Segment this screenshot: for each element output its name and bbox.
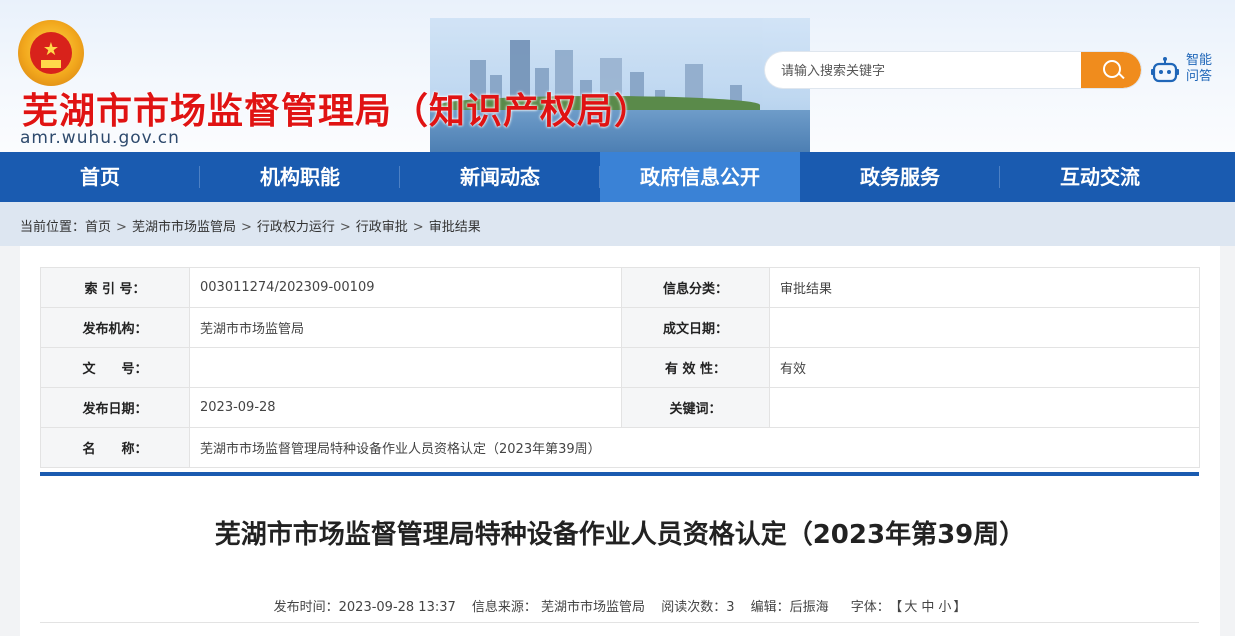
meta-value xyxy=(769,307,1200,348)
nav-organization[interactable]: 机构职能 xyxy=(200,152,400,202)
font-large-button[interactable]: 大 xyxy=(904,600,917,615)
robot-icon[interactable] xyxy=(1150,56,1180,86)
meta-label: 成文日期： xyxy=(621,307,770,348)
meta-value xyxy=(189,347,622,388)
editor: 编辑：后振海 xyxy=(750,600,829,615)
content-panel: 索 引 号： 003011274/202309-00109 信息分类： 审批结果… xyxy=(20,246,1220,636)
nav-home[interactable]: 首页 xyxy=(0,152,200,202)
article-meta: 发布时间：2023-09-28 13:37 信息来源： 芜湖市市场监管局 阅读次… xyxy=(20,596,1220,615)
breadcrumb-item[interactable]: 行政权力运行 xyxy=(257,220,335,235)
font-medium-button[interactable]: 中 xyxy=(921,600,934,615)
meta-label: 关键词： xyxy=(621,387,770,428)
table-divider-bar xyxy=(40,472,1199,476)
divider xyxy=(40,622,1199,623)
breadcrumb-item[interactable]: 芜湖市市场监管局 xyxy=(132,220,236,235)
nav-news[interactable]: 新闻动态 xyxy=(400,152,600,202)
meta-value: 芜湖市市场监督管理局特种设备作业人员资格认定（2023年第39周） xyxy=(189,427,1200,468)
breadcrumb: 当前位置：首页 > 芜湖市市场监管局 > 行政权力运行 > 行政审批 > 审批结果 xyxy=(20,220,481,235)
info-meta-table: 索 引 号： 003011274/202309-00109 信息分类： 审批结果… xyxy=(40,267,1200,468)
meta-value: 003011274/202309-00109 xyxy=(189,267,622,308)
search-button[interactable] xyxy=(1081,52,1141,88)
meta-value: 芜湖市市场监管局 xyxy=(189,307,622,348)
breadcrumb-item[interactable]: 审批结果 xyxy=(429,220,481,235)
national-emblem-icon: ★ xyxy=(18,20,84,86)
info-source: 信息来源： 芜湖市市场监管局 xyxy=(471,600,646,615)
article-title: 芜湖市市场监督管理局特种设备作业人员资格认定（2023年第39周） xyxy=(214,520,1026,550)
meta-label: 名 称： xyxy=(40,427,190,468)
smart-qa-link[interactable]: 智能问答 xyxy=(1186,53,1218,85)
meta-value xyxy=(769,387,1200,428)
site-header: ★ 芜湖市市场监督管理局（知识产权局） amr.wuhu.gov.cn 智能问答 xyxy=(0,0,1235,152)
meta-label: 有 效 性： xyxy=(621,347,770,388)
breadcrumb-item[interactable]: 首页 xyxy=(85,220,111,235)
table-row: 发布机构： 芜湖市市场监管局 成文日期： xyxy=(40,307,1200,348)
meta-label: 文 号： xyxy=(40,347,190,388)
meta-value: 审批结果 xyxy=(769,267,1200,308)
table-row: 索 引 号： 003011274/202309-00109 信息分类： 审批结果 xyxy=(40,267,1200,308)
main-nav: 首页 机构职能 新闻动态 政府信息公开 政务服务 互动交流 xyxy=(0,152,1235,202)
meta-label: 发布机构： xyxy=(40,307,190,348)
table-row: 名 称： 芜湖市市场监督管理局特种设备作业人员资格认定（2023年第39周） xyxy=(40,427,1200,468)
table-row: 文 号： 有 效 性： 有效 xyxy=(40,347,1200,388)
font-small-button[interactable]: 小 xyxy=(938,600,951,615)
view-count: 阅读次数：3 xyxy=(661,600,735,615)
meta-value: 2023-09-28 xyxy=(189,387,622,428)
meta-label: 索 引 号： xyxy=(40,267,190,308)
publish-time: 发布时间：2023-09-28 13:37 xyxy=(273,600,456,615)
nav-services[interactable]: 政务服务 xyxy=(800,152,1000,202)
meta-label: 信息分类： xyxy=(621,267,770,308)
meta-value: 有效 xyxy=(769,347,1200,388)
search-box xyxy=(765,52,1141,88)
nav-interaction[interactable]: 互动交流 xyxy=(1000,152,1200,202)
breadcrumb-item[interactable]: 行政审批 xyxy=(356,220,408,235)
site-url: amr.wuhu.gov.cn xyxy=(20,128,180,148)
breadcrumb-bar: 当前位置：首页 > 芜湖市市场监管局 > 行政权力运行 > 行政审批 > 审批结果 xyxy=(0,202,1235,246)
font-size-control: 字体：【大中小】 xyxy=(850,600,967,615)
meta-label: 发布日期： xyxy=(40,387,190,428)
site-title: 芜湖市市场监督管理局（知识产权局） xyxy=(22,91,652,132)
table-row: 发布日期： 2023-09-28 关键词： xyxy=(40,387,1200,428)
nav-gov-info[interactable]: 政府信息公开 xyxy=(600,152,800,202)
search-input[interactable] xyxy=(779,52,1073,88)
